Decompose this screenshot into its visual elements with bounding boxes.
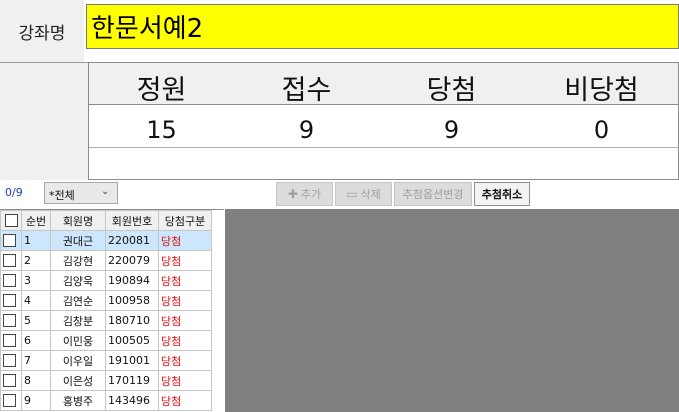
row-checkbox[interactable]	[0, 350, 22, 371]
checkbox-icon[interactable]	[3, 314, 16, 328]
left-gray-panel	[0, 62, 88, 180]
row-member-id: 100505	[105, 330, 159, 351]
row-status: 당첨	[158, 310, 212, 331]
row-checkbox[interactable]	[0, 290, 22, 311]
row-member-name: 이우일	[50, 350, 106, 371]
table-row[interactable]: 7 이우일 191001 당첨	[0, 350, 212, 371]
course-name-label: 강좌명	[0, 0, 84, 62]
row-status: 당첨	[158, 330, 212, 351]
row-member-id: 143496	[105, 390, 159, 411]
row-no: 4	[21, 290, 51, 311]
row-checkbox[interactable]	[0, 330, 22, 351]
row-checkbox[interactable]	[0, 230, 22, 251]
plus-icon: ✚	[287, 187, 298, 201]
stats-divider	[89, 147, 678, 148]
select-all-header[interactable]	[0, 210, 22, 231]
add-button[interactable]: ✚ 추가	[276, 182, 333, 206]
row-checkbox[interactable]	[0, 310, 22, 331]
row-member-id: 180710	[105, 310, 159, 331]
row-no: 5	[21, 310, 51, 331]
chevron-down-icon[interactable]: ⌄	[101, 186, 109, 197]
table-row[interactable]: 1 권대근 220081 당첨	[0, 230, 212, 251]
table-row[interactable]: 6 이민웅 100505 당첨	[0, 330, 212, 351]
row-member-name: 김창분	[50, 310, 106, 331]
row-member-id: 220079	[105, 250, 159, 271]
delete-button[interactable]: ▭ 삭제	[335, 182, 392, 206]
col-header-member-id[interactable]: 회원번호	[105, 210, 159, 231]
checkbox-icon[interactable]	[3, 274, 16, 288]
cancel-draw-button[interactable]: 추첨취소	[474, 182, 530, 206]
row-checkbox[interactable]	[0, 270, 22, 291]
row-member-id: 190894	[105, 270, 159, 291]
row-checkbox[interactable]	[0, 390, 22, 411]
table-row[interactable]: 4 김연순 100958 당첨	[0, 290, 212, 311]
enrollment-stats-panel: 정원 접수 당첨 비당첨 15 9 9 0	[88, 62, 679, 180]
row-status: 당첨	[158, 390, 212, 411]
stat-header-received: 접수	[281, 75, 332, 106]
stat-header-not-won: 비당첨	[564, 75, 639, 106]
member-grid: 순번 회원명 회원번호 당첨구분 1 권대근 220081 당첨 2 김강현 220079 당…	[0, 209, 224, 412]
row-status: 당첨	[158, 250, 212, 271]
checkbox-icon[interactable]	[3, 254, 16, 268]
col-header-status[interactable]: 당첨구분	[158, 210, 212, 231]
stat-value-not-won: 0	[593, 116, 610, 144]
empty-grid-area	[225, 209, 679, 412]
minus-icon: ▭	[346, 187, 358, 201]
row-no: 8	[21, 370, 51, 391]
stat-header-won: 당첨	[426, 75, 477, 106]
checkbox-icon[interactable]	[3, 374, 16, 388]
row-no: 1	[21, 230, 51, 251]
row-member-name: 홍병주	[50, 390, 106, 411]
row-status: 당첨	[158, 290, 212, 311]
course-name-field[interactable]: 한문서예2	[86, 4, 679, 49]
stat-value-capacity: 15	[146, 116, 177, 144]
row-status: 당첨	[158, 350, 212, 371]
row-member-id: 191001	[105, 350, 159, 371]
row-member-name: 이민웅	[50, 330, 106, 351]
row-member-id: 100958	[105, 290, 159, 311]
row-member-name: 김연순	[50, 290, 106, 311]
grid-header-row: 순번 회원명 회원번호 당첨구분	[0, 210, 212, 231]
checkbox-icon[interactable]	[3, 334, 16, 348]
stat-value-received: 9	[298, 116, 315, 144]
row-checkbox[interactable]	[0, 250, 22, 271]
checkbox-icon[interactable]	[4, 214, 18, 228]
row-member-name: 김강현	[50, 250, 106, 271]
row-member-name: 김양욱	[50, 270, 106, 291]
table-row[interactable]: 2 김강현 220079 당첨	[0, 250, 212, 271]
row-status: 당첨	[158, 370, 212, 391]
table-row[interactable]: 5 김창분 180710 당첨	[0, 310, 212, 331]
table-row[interactable]: 8 이은성 170119 당첨	[0, 370, 212, 391]
row-member-name: 이은성	[50, 370, 106, 391]
row-no: 9	[21, 390, 51, 411]
row-status: 당첨	[158, 270, 212, 291]
row-member-id: 220081	[105, 230, 159, 251]
stat-header-capacity: 정원	[136, 75, 187, 106]
checkbox-icon[interactable]	[3, 294, 16, 308]
row-member-name: 권대근	[50, 230, 106, 251]
change-draw-option-button[interactable]: 추첨옵션변경	[394, 182, 472, 206]
row-no: 2	[21, 250, 51, 271]
checkbox-icon[interactable]	[3, 394, 16, 408]
checkbox-icon[interactable]	[3, 234, 16, 248]
checkbox-icon[interactable]	[3, 354, 16, 368]
table-row[interactable]: 3 김양욱 190894 당첨	[0, 270, 212, 291]
row-member-id: 170119	[105, 370, 159, 391]
row-no: 3	[21, 270, 51, 291]
selection-count: 0/9	[5, 186, 23, 199]
stat-value-won: 9	[443, 116, 460, 144]
row-status: 당첨	[158, 230, 212, 251]
row-checkbox[interactable]	[0, 370, 22, 391]
col-header-no[interactable]: 순번	[21, 210, 51, 231]
col-header-name[interactable]: 회원명	[50, 210, 106, 231]
row-no: 7	[21, 350, 51, 371]
table-row[interactable]: 9 홍병주 143496 당첨	[0, 390, 212, 411]
row-no: 6	[21, 330, 51, 351]
member-table: 순번 회원명 회원번호 당첨구분 1 권대근 220081 당첨 2 김강현 220079 당…	[0, 210, 212, 411]
